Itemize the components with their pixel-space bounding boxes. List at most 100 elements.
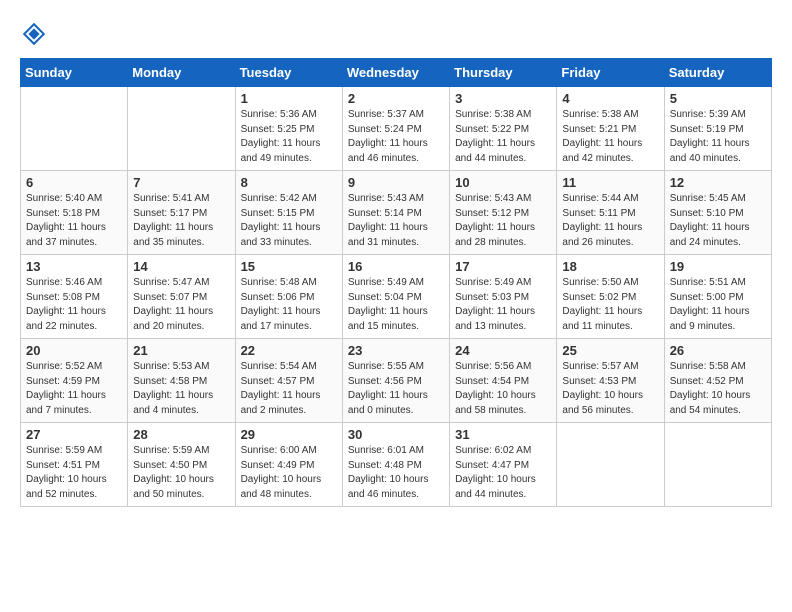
calendar-cell: 2 Sunrise: 5:37 AMSunset: 5:24 PMDayligh…	[342, 87, 449, 171]
day-number: 22	[241, 343, 337, 358]
day-number: 1	[241, 91, 337, 106]
day-info: Sunrise: 5:56 AMSunset: 4:54 PMDaylight:…	[455, 360, 551, 418]
day-info: Sunrise: 5:49 AMSunset: 5:03 PMDaylight:…	[455, 276, 551, 334]
day-number: 10	[455, 175, 551, 190]
calendar-cell: 21 Sunrise: 5:53 AMSunset: 4:58 PMDaylig…	[128, 339, 235, 423]
calendar-cell	[21, 87, 128, 171]
logo	[20, 20, 52, 48]
weekday-header: Wednesday	[342, 59, 449, 87]
day-info: Sunrise: 5:39 AMSunset: 5:19 PMDaylight:…	[670, 108, 766, 166]
calendar-table: SundayMondayTuesdayWednesdayThursdayFrid…	[20, 58, 772, 507]
day-info: Sunrise: 5:50 AMSunset: 5:02 PMDaylight:…	[562, 276, 658, 334]
calendar-cell	[557, 423, 664, 507]
calendar-header-row: SundayMondayTuesdayWednesdayThursdayFrid…	[21, 59, 772, 87]
day-number: 7	[133, 175, 229, 190]
day-info: Sunrise: 5:55 AMSunset: 4:56 PMDaylight:…	[348, 360, 444, 418]
calendar-cell: 6 Sunrise: 5:40 AMSunset: 5:18 PMDayligh…	[21, 171, 128, 255]
calendar-cell: 17 Sunrise: 5:49 AMSunset: 5:03 PMDaylig…	[450, 255, 557, 339]
day-info: Sunrise: 5:57 AMSunset: 4:53 PMDaylight:…	[562, 360, 658, 418]
calendar-cell: 5 Sunrise: 5:39 AMSunset: 5:19 PMDayligh…	[664, 87, 771, 171]
calendar-cell: 10 Sunrise: 5:43 AMSunset: 5:12 PMDaylig…	[450, 171, 557, 255]
day-info: Sunrise: 5:38 AMSunset: 5:22 PMDaylight:…	[455, 108, 551, 166]
day-number: 31	[455, 427, 551, 442]
weekday-header: Friday	[557, 59, 664, 87]
day-number: 4	[562, 91, 658, 106]
weekday-header: Saturday	[664, 59, 771, 87]
calendar-cell: 30 Sunrise: 6:01 AMSunset: 4:48 PMDaylig…	[342, 423, 449, 507]
calendar-cell: 19 Sunrise: 5:51 AMSunset: 5:00 PMDaylig…	[664, 255, 771, 339]
weekday-header: Tuesday	[235, 59, 342, 87]
calendar-week-row: 27 Sunrise: 5:59 AMSunset: 4:51 PMDaylig…	[21, 423, 772, 507]
day-number: 19	[670, 259, 766, 274]
calendar-cell: 31 Sunrise: 6:02 AMSunset: 4:47 PMDaylig…	[450, 423, 557, 507]
day-info: Sunrise: 5:52 AMSunset: 4:59 PMDaylight:…	[26, 360, 122, 418]
logo-icon	[20, 20, 48, 48]
day-info: Sunrise: 5:53 AMSunset: 4:58 PMDaylight:…	[133, 360, 229, 418]
day-info: Sunrise: 6:02 AMSunset: 4:47 PMDaylight:…	[455, 444, 551, 502]
day-info: Sunrise: 5:51 AMSunset: 5:00 PMDaylight:…	[670, 276, 766, 334]
day-info: Sunrise: 5:43 AMSunset: 5:12 PMDaylight:…	[455, 192, 551, 250]
day-number: 21	[133, 343, 229, 358]
day-number: 3	[455, 91, 551, 106]
day-number: 8	[241, 175, 337, 190]
day-number: 2	[348, 91, 444, 106]
day-info: Sunrise: 5:44 AMSunset: 5:11 PMDaylight:…	[562, 192, 658, 250]
day-number: 24	[455, 343, 551, 358]
calendar-cell: 12 Sunrise: 5:45 AMSunset: 5:10 PMDaylig…	[664, 171, 771, 255]
calendar-cell: 16 Sunrise: 5:49 AMSunset: 5:04 PMDaylig…	[342, 255, 449, 339]
day-info: Sunrise: 5:49 AMSunset: 5:04 PMDaylight:…	[348, 276, 444, 334]
calendar-cell: 24 Sunrise: 5:56 AMSunset: 4:54 PMDaylig…	[450, 339, 557, 423]
day-info: Sunrise: 5:59 AMSunset: 4:51 PMDaylight:…	[26, 444, 122, 502]
calendar-cell: 26 Sunrise: 5:58 AMSunset: 4:52 PMDaylig…	[664, 339, 771, 423]
day-number: 17	[455, 259, 551, 274]
day-info: Sunrise: 5:54 AMSunset: 4:57 PMDaylight:…	[241, 360, 337, 418]
day-info: Sunrise: 5:36 AMSunset: 5:25 PMDaylight:…	[241, 108, 337, 166]
day-info: Sunrise: 5:43 AMSunset: 5:14 PMDaylight:…	[348, 192, 444, 250]
day-number: 18	[562, 259, 658, 274]
calendar-cell: 27 Sunrise: 5:59 AMSunset: 4:51 PMDaylig…	[21, 423, 128, 507]
calendar-cell: 20 Sunrise: 5:52 AMSunset: 4:59 PMDaylig…	[21, 339, 128, 423]
calendar-cell: 14 Sunrise: 5:47 AMSunset: 5:07 PMDaylig…	[128, 255, 235, 339]
calendar-cell	[664, 423, 771, 507]
day-info: Sunrise: 5:45 AMSunset: 5:10 PMDaylight:…	[670, 192, 766, 250]
calendar-cell: 28 Sunrise: 5:59 AMSunset: 4:50 PMDaylig…	[128, 423, 235, 507]
weekday-header: Thursday	[450, 59, 557, 87]
calendar-cell: 29 Sunrise: 6:00 AMSunset: 4:49 PMDaylig…	[235, 423, 342, 507]
calendar-week-row: 13 Sunrise: 5:46 AMSunset: 5:08 PMDaylig…	[21, 255, 772, 339]
day-number: 28	[133, 427, 229, 442]
day-number: 16	[348, 259, 444, 274]
weekday-header: Sunday	[21, 59, 128, 87]
day-number: 30	[348, 427, 444, 442]
day-number: 9	[348, 175, 444, 190]
calendar-week-row: 1 Sunrise: 5:36 AMSunset: 5:25 PMDayligh…	[21, 87, 772, 171]
calendar-cell: 1 Sunrise: 5:36 AMSunset: 5:25 PMDayligh…	[235, 87, 342, 171]
day-info: Sunrise: 5:41 AMSunset: 5:17 PMDaylight:…	[133, 192, 229, 250]
day-number: 23	[348, 343, 444, 358]
calendar-cell: 25 Sunrise: 5:57 AMSunset: 4:53 PMDaylig…	[557, 339, 664, 423]
day-info: Sunrise: 5:58 AMSunset: 4:52 PMDaylight:…	[670, 360, 766, 418]
day-number: 6	[26, 175, 122, 190]
calendar-week-row: 20 Sunrise: 5:52 AMSunset: 4:59 PMDaylig…	[21, 339, 772, 423]
day-number: 13	[26, 259, 122, 274]
day-info: Sunrise: 5:47 AMSunset: 5:07 PMDaylight:…	[133, 276, 229, 334]
day-info: Sunrise: 5:42 AMSunset: 5:15 PMDaylight:…	[241, 192, 337, 250]
day-number: 26	[670, 343, 766, 358]
calendar-cell: 4 Sunrise: 5:38 AMSunset: 5:21 PMDayligh…	[557, 87, 664, 171]
calendar-cell: 3 Sunrise: 5:38 AMSunset: 5:22 PMDayligh…	[450, 87, 557, 171]
page-header	[20, 20, 772, 48]
calendar-cell: 18 Sunrise: 5:50 AMSunset: 5:02 PMDaylig…	[557, 255, 664, 339]
day-number: 11	[562, 175, 658, 190]
day-info: Sunrise: 5:38 AMSunset: 5:21 PMDaylight:…	[562, 108, 658, 166]
calendar-cell: 11 Sunrise: 5:44 AMSunset: 5:11 PMDaylig…	[557, 171, 664, 255]
calendar-cell: 7 Sunrise: 5:41 AMSunset: 5:17 PMDayligh…	[128, 171, 235, 255]
calendar-cell: 23 Sunrise: 5:55 AMSunset: 4:56 PMDaylig…	[342, 339, 449, 423]
day-number: 25	[562, 343, 658, 358]
day-number: 5	[670, 91, 766, 106]
calendar-cell: 22 Sunrise: 5:54 AMSunset: 4:57 PMDaylig…	[235, 339, 342, 423]
calendar-cell: 9 Sunrise: 5:43 AMSunset: 5:14 PMDayligh…	[342, 171, 449, 255]
day-info: Sunrise: 5:48 AMSunset: 5:06 PMDaylight:…	[241, 276, 337, 334]
day-number: 20	[26, 343, 122, 358]
calendar-cell	[128, 87, 235, 171]
calendar-week-row: 6 Sunrise: 5:40 AMSunset: 5:18 PMDayligh…	[21, 171, 772, 255]
day-number: 12	[670, 175, 766, 190]
